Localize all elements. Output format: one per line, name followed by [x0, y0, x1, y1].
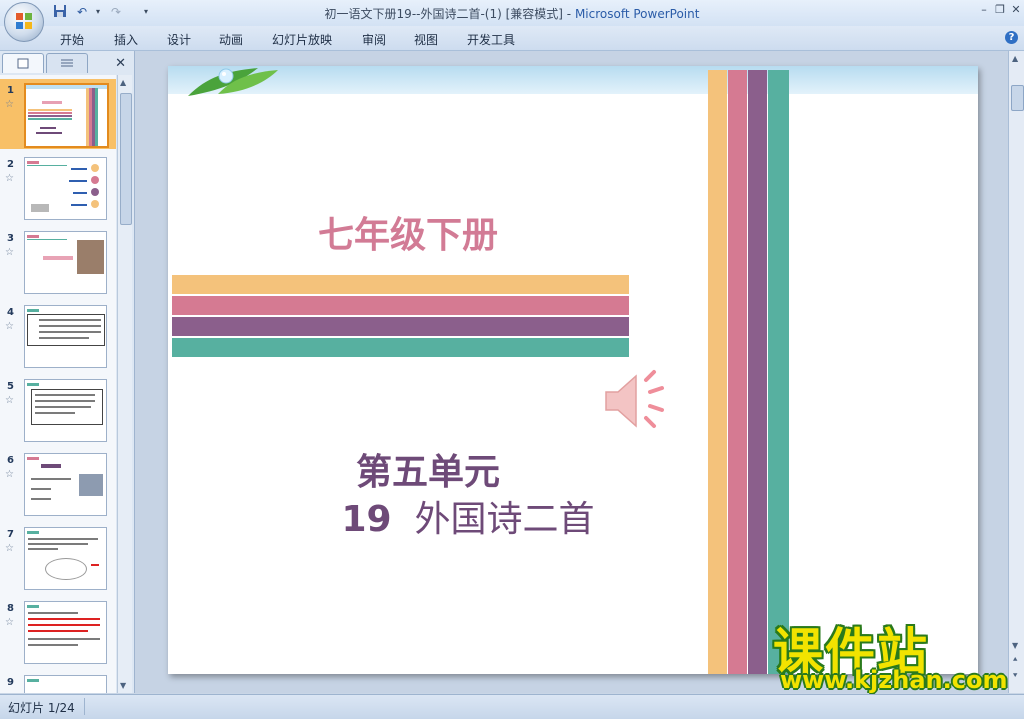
- slide-thumbnail-1[interactable]: 1 ☆: [0, 79, 116, 149]
- title-separator: -: [562, 7, 575, 21]
- animation-star-icon: ☆: [5, 99, 14, 110]
- scroll-down-icon[interactable]: ▼: [1012, 641, 1018, 650]
- slide-title[interactable]: 七年级下册: [288, 206, 528, 258]
- slides-view-icon: [17, 58, 29, 69]
- animation-star-icon: ☆: [5, 321, 14, 332]
- minimize-icon[interactable]: –: [976, 3, 992, 17]
- animation-star-icon: ☆: [5, 469, 14, 480]
- speaker-icon[interactable]: [602, 366, 672, 436]
- slide-number: 4: [7, 307, 14, 318]
- unit-title[interactable]: 第五单元: [278, 443, 578, 495]
- restore-icon[interactable]: ❐: [992, 3, 1008, 17]
- slide-editor: 七年级下册 第五单元 19 外国诗二首: [135, 51, 1008, 693]
- title-bar: ↶ ▾ ↷ ▾ 初一语文下册19--外国诗二首-(1) [兼容模式] - Mic…: [0, 0, 1024, 27]
- close-icon[interactable]: ✕: [1008, 3, 1024, 17]
- next-slide-icon[interactable]: ⯆: [1012, 671, 1018, 681]
- ribbon-tabs: 开始 插入 设计 动画 幻灯片放映 审阅 视图 开发工具 ?: [0, 26, 1024, 51]
- slide-thumbnail-4[interactable]: 4 ☆: [0, 301, 116, 371]
- lesson-name: 外国诗二首: [414, 499, 595, 540]
- slide-number: 8: [7, 603, 14, 614]
- panel-scrollbar[interactable]: ▲ ▼: [117, 75, 132, 693]
- document-title: 初一语文下册19--外国诗二首-(1) [兼容模式]: [324, 7, 563, 21]
- slide-preview: [24, 231, 107, 294]
- tab-home[interactable]: 开始: [60, 31, 84, 48]
- panel-tabs: ✕: [2, 53, 132, 73]
- previous-slide-icon[interactable]: ⯅: [1012, 655, 1018, 665]
- slide-preview: [24, 157, 107, 220]
- animation-star-icon: ☆: [5, 617, 14, 628]
- office-button[interactable]: [4, 2, 44, 42]
- slide-thumbnail-3[interactable]: 3 ☆: [0, 227, 116, 297]
- tab-developer[interactable]: 开发工具: [467, 31, 515, 48]
- slide-thumbnail-6[interactable]: 6 ☆: [0, 449, 116, 519]
- horizontal-stripe-orange: [172, 275, 629, 294]
- lesson-title[interactable]: 19 外国诗二首: [258, 490, 678, 542]
- slide-canvas[interactable]: 七年级下册 第五单元 19 外国诗二首: [168, 66, 978, 674]
- window-title: 初一语文下册19--外国诗二首-(1) [兼容模式] - Microsoft P…: [0, 5, 1024, 22]
- tab-animations[interactable]: 动画: [219, 31, 243, 48]
- slide-thumbnail-9[interactable]: 9: [0, 671, 116, 693]
- tab-slides[interactable]: [2, 53, 44, 73]
- tab-design[interactable]: 设计: [167, 31, 191, 48]
- scroll-up-icon[interactable]: ▲: [1012, 54, 1018, 63]
- tab-slideshow[interactable]: 幻灯片放映: [272, 31, 332, 48]
- slide-number: 9: [7, 677, 14, 688]
- leaf-icon: [188, 68, 278, 96]
- slide-preview: [24, 527, 107, 590]
- slide-number: 2: [7, 159, 14, 170]
- slide-thumbnail-2[interactable]: 2 ☆: [0, 153, 116, 223]
- scroll-thumb[interactable]: [120, 93, 132, 225]
- app-name: Microsoft PowerPoint: [574, 7, 700, 21]
- slides-panel: ✕ 1 ☆ 2 ☆ 3 ☆ 4 ☆ 5 ☆ 6 ☆ 7 ☆ 8 ☆ 9 ▲ ▼: [0, 51, 135, 693]
- scroll-thumb[interactable]: [1011, 85, 1024, 111]
- animation-star-icon: ☆: [5, 247, 14, 258]
- scroll-down-icon[interactable]: ▼: [120, 681, 126, 690]
- animation-star-icon: ☆: [5, 543, 14, 554]
- status-divider: [84, 698, 85, 715]
- status-bar: 幻灯片 1/24: [0, 694, 1024, 719]
- slide-preview: [24, 601, 107, 664]
- lesson-number: 19: [341, 499, 392, 540]
- help-icon[interactable]: ?: [1005, 31, 1018, 44]
- slide-preview: [24, 83, 109, 148]
- animation-star-icon: ☆: [5, 395, 14, 406]
- scroll-up-icon[interactable]: ▲: [120, 78, 126, 87]
- slide-number: 5: [7, 381, 14, 392]
- slide-number: 7: [7, 529, 14, 540]
- horizontal-stripe-purple: [172, 317, 629, 336]
- slide-preview: [24, 305, 107, 368]
- tab-view[interactable]: 视图: [414, 31, 438, 48]
- vertical-scrollbar[interactable]: ▲ ▼ ⯅ ⯆: [1008, 51, 1024, 693]
- slide-counter: 幻灯片 1/24: [8, 701, 75, 715]
- vertical-stripe-teal: [768, 70, 789, 674]
- tab-review[interactable]: 审阅: [362, 31, 386, 48]
- slide-number: 3: [7, 233, 14, 244]
- slide-preview: [24, 453, 107, 516]
- thumbnail-list: 1 ☆ 2 ☆ 3 ☆ 4 ☆ 5 ☆ 6 ☆ 7 ☆ 8 ☆ 9: [0, 75, 116, 693]
- slide-thumbnail-8[interactable]: 8 ☆: [0, 597, 116, 667]
- slide-number: 1: [7, 85, 14, 96]
- slide-number: 6: [7, 455, 14, 466]
- slide-preview: [24, 379, 107, 442]
- horizontal-stripe-pink: [172, 296, 629, 315]
- vertical-stripe-orange: [708, 70, 727, 674]
- vertical-stripe-purple: [748, 70, 767, 674]
- animation-star-icon: ☆: [5, 173, 14, 184]
- tab-insert[interactable]: 插入: [114, 31, 138, 48]
- horizontal-stripe-teal: [172, 338, 629, 357]
- top-band: [168, 66, 978, 94]
- outline-view-icon: [61, 59, 73, 67]
- vertical-stripe-pink: [728, 70, 747, 674]
- watermark-url: www.kjzhan.com: [780, 666, 1008, 694]
- close-panel-icon[interactable]: ✕: [115, 56, 126, 71]
- slide-thumbnail-7[interactable]: 7 ☆: [0, 523, 116, 593]
- slide-preview: [24, 675, 107, 693]
- tab-outline[interactable]: [46, 53, 88, 73]
- office-logo-icon: [16, 13, 32, 29]
- slide-thumbnail-5[interactable]: 5 ☆: [0, 375, 116, 445]
